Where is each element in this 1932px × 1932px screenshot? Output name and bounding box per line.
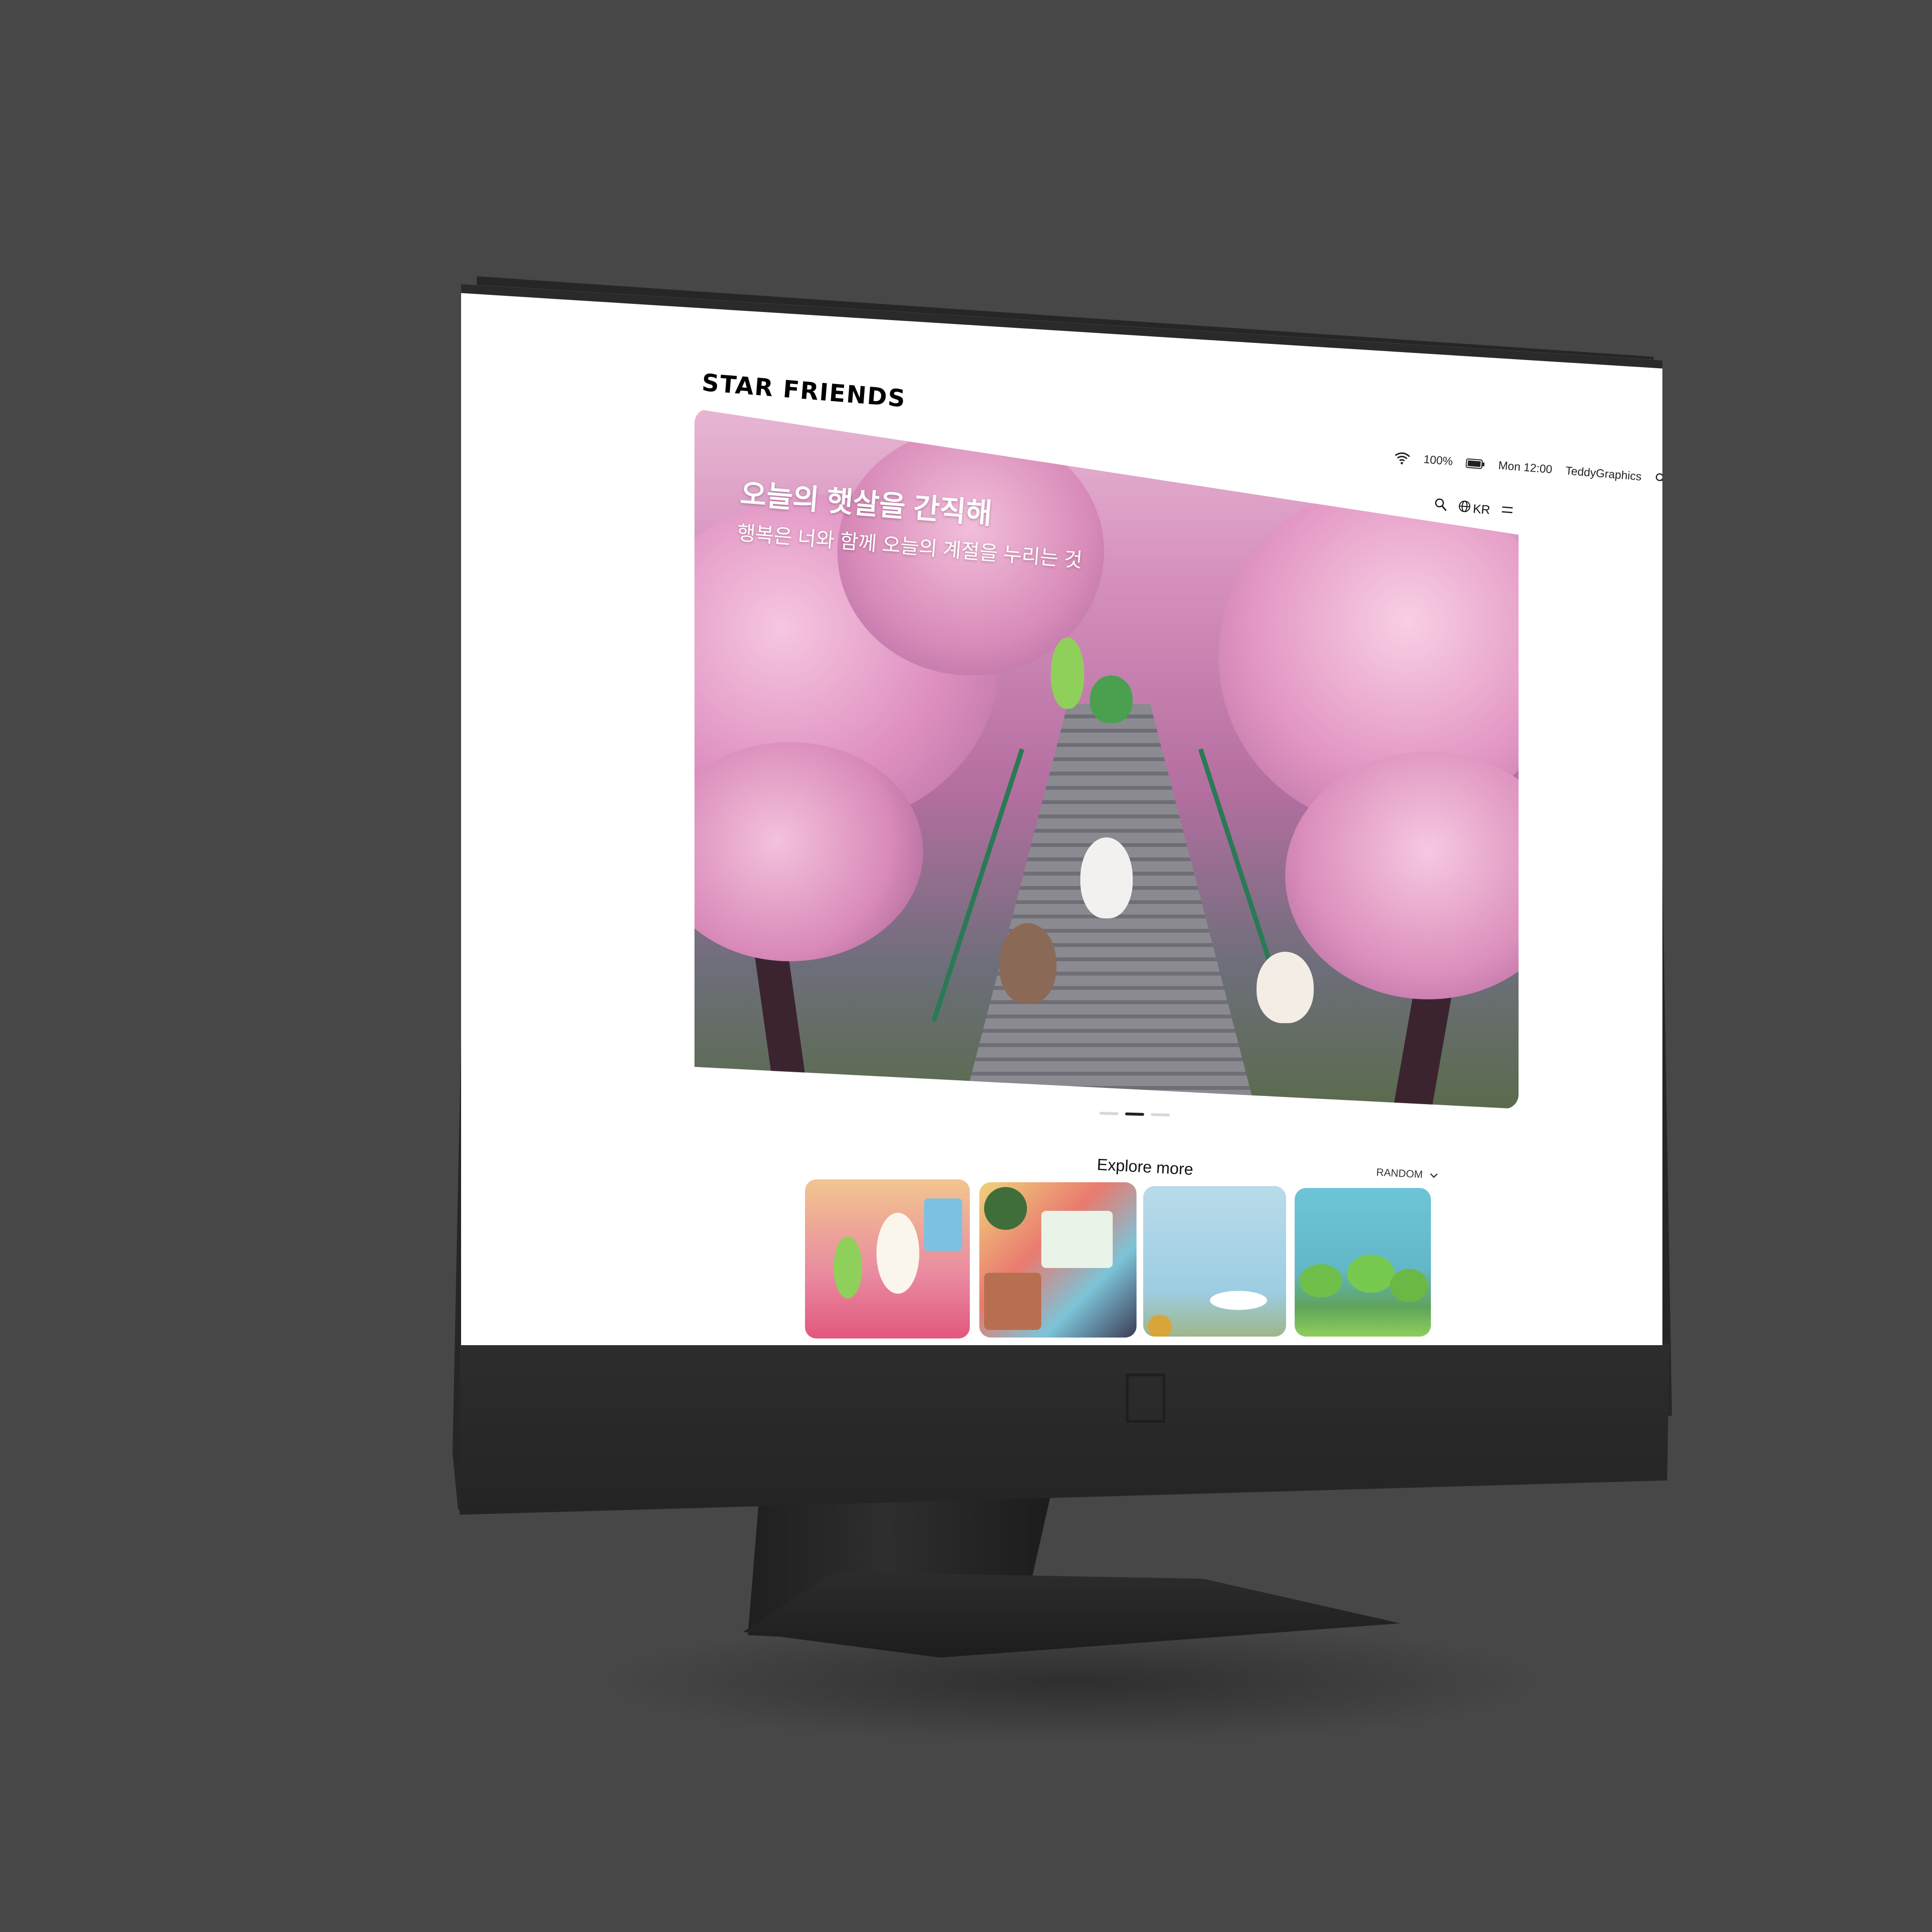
explore-card-rainy-leaves[interactable] xyxy=(1295,1188,1431,1337)
alpaca-character xyxy=(876,1213,919,1294)
language-selector[interactable]: KR xyxy=(1457,499,1491,518)
battery-icon[interactable] xyxy=(1466,458,1486,470)
menu-bar: ● Finder File Edit View Go Window Help xyxy=(461,284,1662,369)
hero-banner[interactable]: 오늘의 햇살을 간직해 행복은 너와 함께 오늘의 계절을 누리는 것 xyxy=(694,409,1519,1109)
menu-app-name[interactable]: Finder xyxy=(528,301,588,327)
apple-menu-icon[interactable]: ● xyxy=(493,297,507,322)
menu-file[interactable]: File xyxy=(609,308,639,331)
leek-character xyxy=(834,1237,862,1298)
bowl-decor xyxy=(984,1187,1027,1230)
carousel-dot[interactable] xyxy=(1150,1113,1170,1117)
menu-window[interactable]: Window xyxy=(823,325,889,351)
explore-card-diary[interactable] xyxy=(979,1182,1137,1338)
rabbit-character xyxy=(1080,837,1133,918)
clock[interactable]: Mon 12:00 xyxy=(1498,459,1553,477)
screen: ● Finder File Edit View Go Window Help 1… xyxy=(461,284,1662,1345)
menu-go[interactable]: Go xyxy=(776,322,802,344)
sort-dropdown[interactable]: RANDOM xyxy=(1376,1166,1439,1182)
window-decor xyxy=(924,1198,962,1251)
status-bar: 100% Mon 12:00 TeddyGraphics xyxy=(1394,451,1662,488)
carousel-dot[interactable] xyxy=(1099,1112,1119,1116)
monitor-chin xyxy=(460,1343,1670,1515)
battery-percent: 100% xyxy=(1423,453,1453,468)
notebook-decor xyxy=(1041,1211,1113,1268)
character-decor xyxy=(1148,1315,1172,1337)
spotlight-search-icon[interactable] xyxy=(1654,472,1662,485)
site-search-icon[interactable] xyxy=(1433,497,1448,515)
sort-label: RANDOM xyxy=(1376,1166,1423,1181)
puppy-on-bicycle-character xyxy=(1257,952,1314,1023)
language-code: KR xyxy=(1472,501,1491,517)
broccoli-character xyxy=(1090,675,1133,723)
hamburger-menu-icon[interactable] xyxy=(1500,503,1514,519)
chevron-down-icon xyxy=(1429,1169,1438,1182)
leaf-decor xyxy=(1390,1269,1428,1302)
site-header-icons: KR xyxy=(1433,497,1514,520)
explore-card-sky[interactable] xyxy=(1143,1186,1286,1337)
menu-help[interactable]: Help xyxy=(910,332,949,356)
apple-logo-icon:  xyxy=(1115,1362,1177,1434)
leaf-decor xyxy=(1347,1255,1395,1293)
leek-character xyxy=(1051,637,1084,709)
cloud-decor xyxy=(1210,1291,1267,1310)
site-logo[interactable]: STAR FRIENDS xyxy=(701,369,907,413)
explore-card-reading-room[interactable] xyxy=(805,1179,970,1338)
diary-book-decor xyxy=(984,1273,1041,1330)
bear-character xyxy=(999,923,1057,1004)
user-name[interactable]: TeddyGraphics xyxy=(1565,464,1642,484)
carousel-indicators xyxy=(1099,1112,1170,1117)
leaf-decor xyxy=(1299,1264,1342,1298)
carousel-dot-active[interactable] xyxy=(1125,1112,1145,1116)
explore-more-title: Explore more xyxy=(1097,1156,1194,1179)
wifi-icon[interactable] xyxy=(1394,451,1411,465)
menu-view[interactable]: View xyxy=(714,317,755,340)
menu-edit[interactable]: Edit xyxy=(661,312,694,335)
globe-icon xyxy=(1457,499,1472,517)
